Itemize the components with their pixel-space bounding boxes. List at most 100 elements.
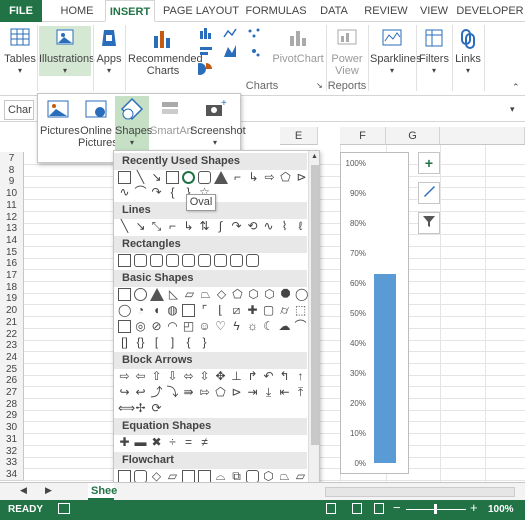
arc-icon[interactable]: ⌒	[294, 320, 307, 333]
zoom-level[interactable]: 100%	[488, 504, 514, 515]
lightning-bolt-icon[interactable]: ϟ	[230, 320, 243, 333]
round-single-corner-rectangle-icon[interactable]	[214, 254, 227, 267]
sheet-scroll-left-icon[interactable]: ◀	[20, 485, 27, 496]
zoom-out-icon[interactable]: −	[393, 500, 401, 515]
line-icon[interactable]: ╲	[134, 171, 147, 184]
rounded-rectangle-icon[interactable]	[134, 254, 147, 267]
sun-icon[interactable]: ☼	[246, 320, 259, 333]
left-arrow-icon[interactable]: ⇦	[134, 370, 147, 383]
cloud-icon[interactable]: ☁	[278, 320, 291, 333]
snip-corner-rectangle-icon[interactable]	[150, 254, 163, 267]
rounded-rectangle-icon[interactable]	[198, 171, 211, 184]
arrow-line-icon[interactable]: ↘	[134, 220, 147, 233]
sheet-scroll-right-icon[interactable]: ▶	[45, 485, 52, 496]
plaque-icon[interactable]: ▢	[262, 304, 275, 317]
left-brace-icon[interactable]: {	[166, 186, 179, 199]
left-arrow-callout-icon[interactable]: ⇤	[278, 386, 291, 399]
round-same-side-rectangle-icon[interactable]	[230, 254, 243, 267]
curve-icon[interactable]: ∿	[118, 186, 131, 199]
quad-arrow-icon[interactable]: ✥	[214, 370, 227, 383]
name-box[interactable]: Char	[4, 100, 34, 120]
pivotchart-button[interactable]: PivotChart	[272, 26, 324, 76]
left-right-arrow-icon[interactable]: ⬄	[182, 370, 195, 383]
scribble-icon[interactable]: ℓ	[294, 220, 307, 233]
snip-same-side-rectangle-icon[interactable]	[166, 254, 179, 267]
round-diagonal-rectangle-icon[interactable]	[246, 254, 259, 267]
zoom-in-icon[interactable]: +	[470, 500, 478, 515]
left-up-arrow-icon[interactable]: ↰	[278, 370, 291, 383]
arrow-line-icon[interactable]: ↘	[150, 171, 163, 184]
elbow-connector-icon[interactable]: ⌐	[231, 171, 244, 184]
page-layout-view-icon[interactable]	[352, 503, 362, 514]
zoom-slider-thumb[interactable]	[434, 504, 437, 514]
chart-styles-brush-icon[interactable]	[418, 182, 440, 204]
up-arrow-icon[interactable]: ⇧	[150, 370, 163, 383]
octagon-icon[interactable]: ⯃	[279, 288, 292, 301]
no-symbol-icon[interactable]: ⊘	[150, 320, 163, 333]
tab-data[interactable]: DATA	[312, 0, 356, 22]
triangle-icon[interactable]	[214, 171, 228, 184]
hexagon-icon[interactable]: ⬡	[247, 288, 260, 301]
decagon-icon[interactable]: ◯	[295, 288, 308, 301]
oval-icon[interactable]	[182, 171, 195, 184]
dialog-launcher-icon[interactable]: ↘	[316, 81, 323, 90]
cross-icon[interactable]: ✚	[246, 304, 259, 317]
text-box-icon[interactable]	[118, 171, 131, 184]
scrollbar-thumb[interactable]	[311, 165, 319, 445]
l-shape-icon[interactable]: ⌊	[214, 304, 227, 317]
elbow-double-arrow-icon[interactable]: ⇅	[198, 220, 211, 233]
sheet-tab[interactable]: Shee	[88, 483, 117, 500]
u-turn-arrow-icon[interactable]: ↶	[262, 370, 275, 383]
rectangle-icon[interactable]	[166, 171, 179, 184]
freeform-icon[interactable]: ⌇	[278, 220, 291, 233]
diagonal-stripe-icon[interactable]: ⧄	[230, 304, 243, 317]
chart-type-gallery[interactable]	[194, 25, 270, 75]
block-arc-icon[interactable]: ◠	[166, 320, 179, 333]
pentagon-icon[interactable]: ⬠	[279, 171, 292, 184]
diamond-icon[interactable]: ◇	[215, 288, 228, 301]
scroll-up-icon[interactable]: ▲	[309, 151, 319, 163]
apps-button[interactable]: Apps ▾	[95, 26, 123, 76]
teardrop-icon[interactable]: ◍	[166, 304, 179, 317]
tab-view[interactable]: VIEW	[416, 0, 452, 22]
arc-icon[interactable]: ⌒	[134, 186, 147, 199]
heptagon-icon[interactable]: ⬡	[263, 288, 276, 301]
pie-icon[interactable]: ◔	[134, 304, 147, 317]
column-header-g[interactable]: G	[386, 127, 440, 145]
notched-right-arrow-icon[interactable]: ⇰	[198, 386, 211, 399]
left-right-arrow-callout-icon[interactable]: ⟺	[118, 402, 135, 415]
chevron-icon[interactable]: ⊳	[230, 386, 243, 399]
minus-icon[interactable]: ▬	[134, 436, 147, 449]
chart-filters-funnel-icon[interactable]	[418, 212, 440, 234]
curved-double-arrow-icon[interactable]: ⟲	[246, 220, 259, 233]
right-triangle-icon[interactable]: ◺	[167, 288, 180, 301]
quad-arrow-callout-icon[interactable]: ✢	[134, 402, 147, 415]
bevel-icon[interactable]	[118, 320, 131, 333]
dodecagon-icon[interactable]: ◯	[118, 304, 131, 317]
tab-developer[interactable]: DEVELOPER	[455, 0, 525, 22]
right-arrow-callout-icon[interactable]: ⇥	[246, 386, 259, 399]
cube-icon[interactable]: ⬚	[294, 304, 307, 317]
can-icon[interactable]: ⌭	[278, 304, 291, 317]
text-box-icon[interactable]	[118, 288, 131, 301]
sparklines-button[interactable]: Sparklines ▾	[370, 26, 421, 76]
pentagon-arrow-icon[interactable]: ⬠	[214, 386, 227, 399]
right-brace-icon[interactable]: }	[198, 336, 211, 349]
links-button[interactable]: Links ▾	[454, 26, 482, 76]
equal-icon[interactable]: =	[182, 436, 195, 449]
column-header-f[interactable]: F	[340, 127, 386, 145]
tab-insert[interactable]: INSERT	[105, 0, 155, 22]
chevron-icon[interactable]: ⊳	[295, 171, 308, 184]
normal-view-icon[interactable]	[326, 503, 336, 514]
pictures-button[interactable]: Pictures	[40, 96, 80, 152]
multiply-icon[interactable]: ✖	[150, 436, 163, 449]
curved-left-arrow-icon[interactable]: ↩	[134, 386, 147, 399]
elbow-connector-icon[interactable]: ⌐	[166, 220, 179, 233]
snip-round-rectangle-icon[interactable]	[198, 254, 211, 267]
power-view-button[interactable]: Power View	[329, 26, 365, 78]
tab-home[interactable]: HOME	[52, 0, 102, 22]
division-icon[interactable]: ÷	[166, 436, 179, 449]
line-icon[interactable]: ╲	[118, 220, 131, 233]
triangle-icon[interactable]	[150, 288, 164, 301]
horizontal-scrollbar[interactable]	[325, 487, 515, 497]
